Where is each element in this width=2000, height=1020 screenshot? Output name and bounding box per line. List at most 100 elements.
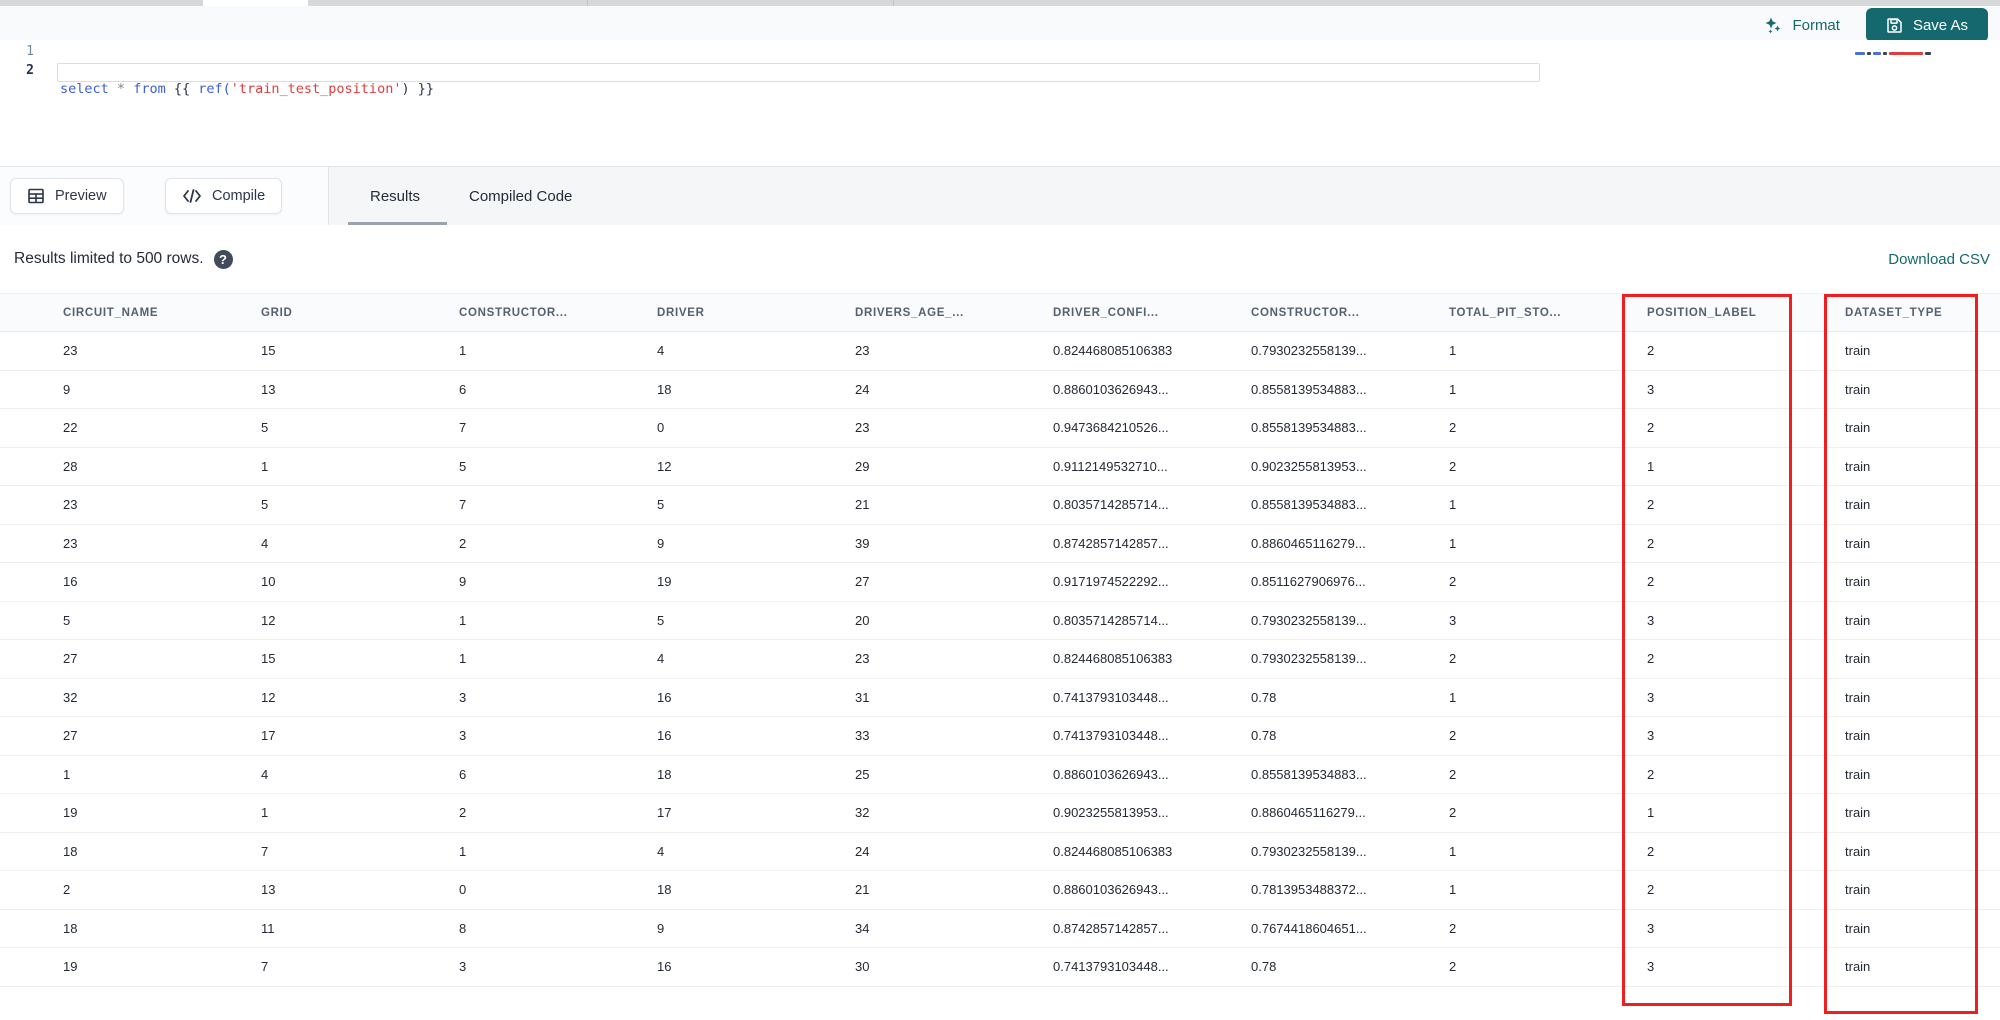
table-cell: 19 xyxy=(63,805,78,820)
table-cell: 27 xyxy=(63,728,78,743)
table-cell: 4 xyxy=(657,651,665,666)
results-info-bar: Results limited to 500 rows. ? Download … xyxy=(0,225,2000,293)
table-cell: 2 xyxy=(63,882,71,897)
table-cell: 2 xyxy=(1449,728,1457,743)
results-limit-text-wrap: Results limited to 500 rows. ? xyxy=(14,225,233,293)
help-icon[interactable]: ? xyxy=(213,249,233,269)
column-header: DRIVER xyxy=(657,307,705,319)
results-limit-text: Results limited to 500 rows. xyxy=(14,250,204,267)
table-cell: 18 xyxy=(63,843,78,859)
download-csv-label: Download CSV xyxy=(1888,250,1990,268)
table-cell: 31 xyxy=(855,689,870,705)
line-number-2: 2 xyxy=(26,63,34,78)
table-cell: 0.8511627906976... xyxy=(1251,574,1366,589)
cursor-line-highlight[interactable] xyxy=(57,63,1540,82)
table-cell: 2 xyxy=(1449,766,1457,782)
table-cell: 1 xyxy=(1449,882,1457,897)
table-cell: 3 xyxy=(1449,612,1457,628)
table-cell: 2 xyxy=(1449,805,1457,820)
code-token: ) xyxy=(401,81,410,97)
table-cell: 1 xyxy=(1449,381,1457,397)
minimap-mark xyxy=(1873,51,1881,55)
tab-compiled-code-label: Compiled Code xyxy=(469,187,573,205)
table-cell: 28 xyxy=(63,458,78,474)
table-cell: 16 xyxy=(657,959,672,974)
table-cell: 12 xyxy=(261,612,276,628)
table-cell: 0.8860465116279... xyxy=(1251,535,1366,551)
code-token: }} xyxy=(409,81,434,97)
table-cell: 0.7813953488372... xyxy=(1251,882,1367,897)
results-toolbar: Preview Compile Results Compiled Code xyxy=(0,167,2000,225)
preview-button-label: Preview xyxy=(55,188,107,204)
table-cell: 0.8860103626943... xyxy=(1053,882,1169,897)
table-cell: 2 xyxy=(1449,959,1457,974)
table-cell: 10 xyxy=(261,574,276,589)
table-cell: 21 xyxy=(855,497,870,512)
table-cell: 0.8558139534883... xyxy=(1251,766,1367,782)
table-cell: 25 xyxy=(855,766,870,782)
table-cell: 2 xyxy=(459,535,467,551)
code-area[interactable]: select * from {{ ref('train_test_positio… xyxy=(57,42,1540,156)
table-cell: 5 xyxy=(657,612,665,628)
table-cell: 0.8860103626943... xyxy=(1053,381,1169,397)
table-cell: 16 xyxy=(63,574,78,589)
sql-editor[interactable]: 1 2 select * from {{ ref('train_test_pos… xyxy=(0,40,2000,166)
format-button[interactable]: Format xyxy=(1764,16,1840,35)
table-cell: 0.824468085106383 xyxy=(1053,843,1173,859)
save-as-button[interactable]: Save As xyxy=(1865,8,1988,42)
table-cell: 2 xyxy=(1449,420,1457,435)
editor-toolbar: Format Save As xyxy=(0,6,2000,44)
toolbar-divider xyxy=(328,167,329,225)
table-cell: 19 xyxy=(63,959,78,974)
table-cell: 18 xyxy=(657,882,672,897)
table-cell: 0.7413793103448... xyxy=(1053,728,1169,743)
minimap-mark xyxy=(1855,51,1865,55)
code-token: from xyxy=(133,81,166,97)
sparkles-icon xyxy=(1764,16,1783,35)
table-cell: 12 xyxy=(657,458,672,474)
table-cell: 0.78 xyxy=(1251,959,1277,974)
compile-button[interactable]: Compile xyxy=(165,178,283,214)
table-cell: 1 xyxy=(1449,535,1457,551)
column-header: TOTAL_PIT_STO... xyxy=(1449,307,1562,319)
table-cell: 4 xyxy=(657,343,665,358)
table-cell: 32 xyxy=(63,689,78,705)
table-cell: 0 xyxy=(459,882,467,897)
table-cell: 9 xyxy=(459,574,467,589)
table-cell: 7 xyxy=(459,420,467,435)
table-cell: 24 xyxy=(855,381,870,397)
save-icon xyxy=(1886,17,1903,34)
table-cell: 23 xyxy=(855,651,870,666)
table-cell: 6 xyxy=(459,381,467,397)
table-cell: 11 xyxy=(261,920,275,936)
table-cell: 9 xyxy=(657,535,665,551)
table-cell: 23 xyxy=(63,343,78,358)
code-line-1[interactable]: select * from {{ ref('train_test_positio… xyxy=(60,80,434,99)
code-token: ref( xyxy=(198,81,231,97)
table-cell: 12 xyxy=(261,689,276,705)
tab-results[interactable]: Results xyxy=(370,167,420,225)
line-number-gutter: 1 2 xyxy=(0,42,34,80)
download-csv-link[interactable]: Download CSV xyxy=(1888,225,1990,293)
table-cell: 2 xyxy=(1449,458,1457,474)
tab-compiled-code[interactable]: Compiled Code xyxy=(469,167,572,225)
table-cell: 7 xyxy=(459,497,467,512)
table-cell: 0.8860103626943... xyxy=(1053,766,1169,782)
table-cell: 0.7413793103448... xyxy=(1053,959,1169,974)
table-cell: 0.78 xyxy=(1251,689,1277,705)
table-cell: 18 xyxy=(657,766,672,782)
table-cell: 13 xyxy=(261,882,276,897)
table-cell: 9 xyxy=(63,381,71,397)
code-token: select xyxy=(60,81,109,97)
table-cell: 39 xyxy=(855,535,870,551)
table-cell: 1 xyxy=(261,458,269,474)
table-cell: 1 xyxy=(261,805,269,820)
preview-button[interactable]: Preview xyxy=(10,178,124,214)
table-cell: 0.8558139534883... xyxy=(1251,497,1367,512)
code-minimap[interactable] xyxy=(1855,50,1967,56)
table-cell: 20 xyxy=(855,612,870,628)
table-cell: 32 xyxy=(855,805,870,820)
compile-button-label: Compile xyxy=(212,188,266,204)
